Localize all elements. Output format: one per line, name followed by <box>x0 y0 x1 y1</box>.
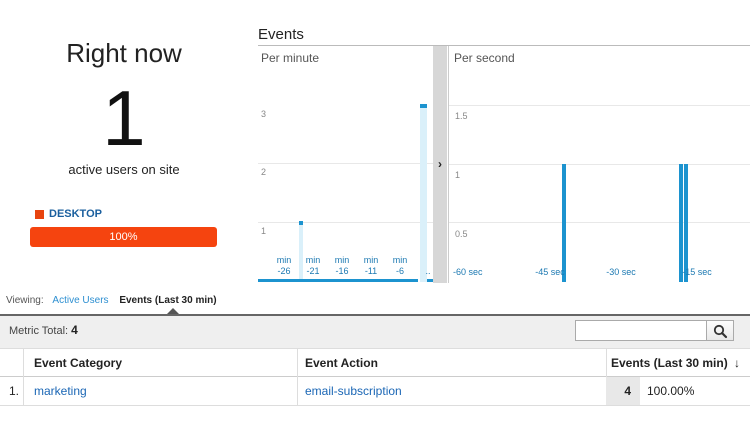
pm-xtick: min -6 <box>392 255 408 276</box>
ps-ytick-1-5: 1.5 <box>455 111 468 121</box>
metric-total: Metric Total: 4 <box>9 323 78 337</box>
ps-ytick-1: 1 <box>455 170 461 180</box>
ps-xtick: -15 sec <box>682 267 712 277</box>
metric-total-label: Metric Total: <box>9 325 69 337</box>
device-legend[interactable]: DESKTOP <box>35 208 102 220</box>
pm-ytick-2: 2 <box>261 167 267 177</box>
viewing-label: Viewing: <box>6 295 44 306</box>
pm-current-minute-highlight[interactable] <box>420 104 427 282</box>
pm-gridline <box>258 222 433 223</box>
events-title-rule <box>258 45 750 46</box>
device-label: DESKTOP <box>49 208 102 220</box>
search-icon <box>713 324 728 339</box>
ps-gridline <box>449 164 750 165</box>
search-input[interactable] <box>575 320 707 341</box>
pm-xtick: min -11 <box>363 255 379 276</box>
ps-xtick: -45 sec <box>535 267 565 277</box>
column-header-event-action[interactable]: Event Action <box>305 356 378 370</box>
pm-xtick: min -21 <box>305 255 321 276</box>
viewing-bar: Viewing: Active Users Events (Last 30 mi… <box>6 295 217 306</box>
column-header-events[interactable]: Events (Last 30 min) ↓ <box>611 356 740 370</box>
pm-gridline <box>258 163 433 164</box>
sort-descending-icon: ↓ <box>734 356 741 370</box>
active-users-link[interactable]: Active Users <box>52 295 108 306</box>
ps-bar[interactable] <box>679 164 683 282</box>
ps-gridline <box>449 105 750 106</box>
search-button[interactable] <box>707 320 734 341</box>
chevron-right-icon[interactable]: › <box>433 157 447 171</box>
ps-bar[interactable] <box>562 164 566 282</box>
events-title: Events <box>258 26 304 43</box>
pm-baseline-bar <box>258 279 418 282</box>
pm-ytick-3: 3 <box>261 109 267 119</box>
column-header-event-category[interactable]: Event Category <box>34 356 122 370</box>
pm-ytick-1: 1 <box>261 226 267 236</box>
device-swatch-icon <box>35 209 44 219</box>
per-minute-label: Per minute <box>261 51 320 65</box>
ps-gridline <box>449 222 750 223</box>
pm-xtick: min -26 <box>276 255 292 276</box>
metric-total-value: 4 <box>71 323 78 337</box>
row-index: 1. <box>9 384 20 398</box>
event-action-link[interactable]: email-subscription <box>305 384 402 398</box>
ps-xtick: -30 sec <box>606 267 636 277</box>
ps-ytick-0-5: 0.5 <box>455 229 468 239</box>
events-view-current: Events (Last 30 min) <box>119 295 217 306</box>
pm-bar[interactable] <box>420 104 427 108</box>
active-users-count: 1 <box>102 74 146 162</box>
pm-xtick: min -16 <box>334 255 350 276</box>
event-count: 4 <box>624 384 631 398</box>
event-percent: 100.00% <box>647 384 695 398</box>
per-second-label: Per second <box>454 51 515 65</box>
ps-bar[interactable] <box>684 164 688 282</box>
active-users-subtitle: active users on site <box>68 162 180 177</box>
event-category-link[interactable]: marketing <box>34 384 87 398</box>
pm-xtick-overflow: .. <box>425 266 431 276</box>
ps-xtick: -60 sec <box>453 267 483 277</box>
right-now-title: Right now <box>66 38 182 68</box>
device-percent-bar: 100% <box>30 227 217 247</box>
